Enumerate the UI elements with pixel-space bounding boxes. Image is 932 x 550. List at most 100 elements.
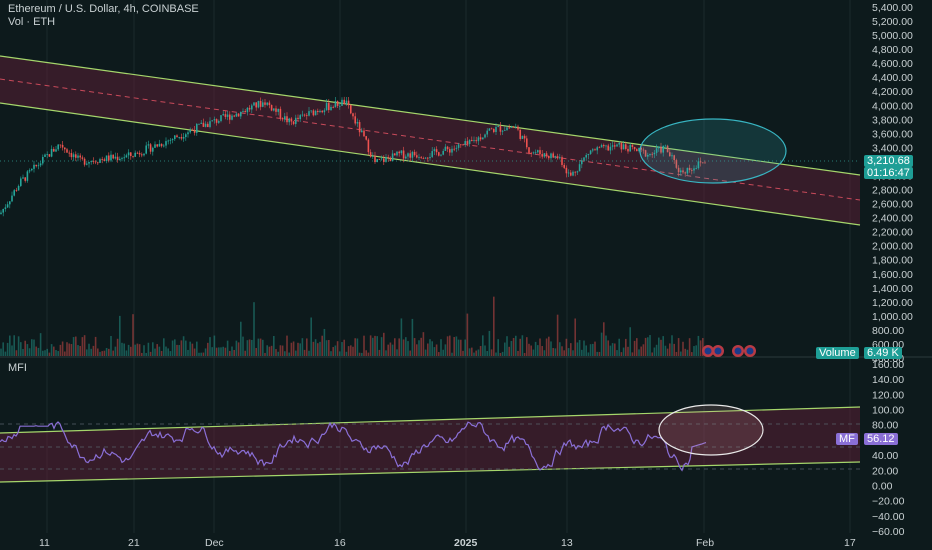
candle-body [444,146,447,151]
volume-bar [350,345,352,356]
candle-body [130,152,132,157]
volume-bar [352,346,354,356]
volume-bar [387,344,389,356]
candle-body [20,178,22,186]
mfi-axis-label: 40.00 [872,450,898,462]
volume-bar [24,340,26,356]
candle-body [389,158,392,162]
volume-bar [222,346,224,356]
candle-body [231,115,233,120]
candle-body [229,114,231,120]
volume-bar [299,343,301,356]
highlight-ellipse-mfi[interactable] [658,404,764,456]
mfi-label-tag: MF [836,433,858,445]
volume-bar [171,340,174,356]
volume-bar [640,346,642,356]
candle-body [13,190,15,196]
volume-bar [567,348,570,356]
candle-body [325,102,328,111]
volume-bar [693,346,695,356]
candle-body [312,110,315,116]
candle-body [515,126,517,128]
candle-body [286,116,288,123]
volume-bar [202,352,205,356]
price-axis-label: 4,200.00 [872,86,913,98]
price-axis-label: 2,000.00 [872,241,913,253]
candle-body [420,157,422,159]
volume-bar [270,345,273,356]
candle-body [123,157,125,159]
volume-legend[interactable]: Vol · ETH [8,16,55,29]
chart-canvas[interactable]: 5,400.00 5,200.00 5,000.00 4,800.00 4,600.00… [0,0,932,550]
volume-bar [468,348,471,356]
volume-bar [310,317,312,356]
volume-bar [488,330,491,356]
candle-body [284,116,286,120]
volume-bar [330,351,332,356]
candle-body [603,145,605,147]
volume-bar [616,350,618,356]
candle-body [26,171,29,181]
volume-bar [440,339,442,356]
candle-body [86,163,88,165]
volume-bar [673,343,675,356]
candle-body [264,102,266,105]
volume-bar [521,335,524,356]
candle-body [627,148,629,152]
symbol-title[interactable]: Ethereum / U.S. Dollar, 4h, COINBASE [8,3,199,16]
volume-bar [332,347,334,356]
candle-body [112,154,114,159]
candle-body [165,141,167,146]
volume-bar [262,339,264,356]
volume-bar [64,351,66,356]
time-axis-label: 13 [561,537,573,549]
candle-body [508,127,510,129]
candle-body [11,195,13,202]
volume-bar [449,335,451,356]
volume-bar [543,350,546,356]
candle-body [336,101,339,106]
volume-bar [589,344,592,356]
candle-body [259,101,262,107]
candle-body [330,106,332,111]
candle-body [59,144,62,146]
volume-bar [354,338,356,356]
volume-bar [677,338,680,356]
candle-body [154,144,156,148]
candle-body [92,161,95,162]
candle-body [37,165,40,167]
candle-body [193,130,196,133]
candle-body [479,137,482,140]
candle-body [354,116,356,124]
candle-body [2,208,4,213]
volume-bar [119,315,121,356]
volume-bar [429,339,431,356]
volume-bar [48,352,51,356]
volume-bar [59,344,62,356]
volume-bar [396,349,398,356]
candle-body [187,132,189,135]
volume-bar [154,348,156,356]
candle-body [275,108,277,112]
volume-bar [196,341,198,356]
highlight-ellipse-price[interactable] [639,118,787,184]
volume-bar [618,338,620,356]
volume-bar [517,350,519,356]
volume-bar [528,343,530,356]
candle-body [497,126,499,127]
volume-bar [35,346,37,356]
volume-bar [204,348,207,356]
mfi-legend[interactable]: MFI [8,362,27,375]
candle-body [539,150,541,155]
candle-body [196,123,198,133]
volume-bar [345,351,348,356]
volume-bar [301,338,304,356]
volume-bar [475,350,477,356]
volume-bar [506,336,508,356]
candle-body [341,99,343,106]
last-price-tag: 3,210.68 [864,155,913,167]
candle-body [244,111,246,113]
volume-bar [86,349,88,356]
volume-bar [627,346,629,356]
candle-body [35,164,37,167]
